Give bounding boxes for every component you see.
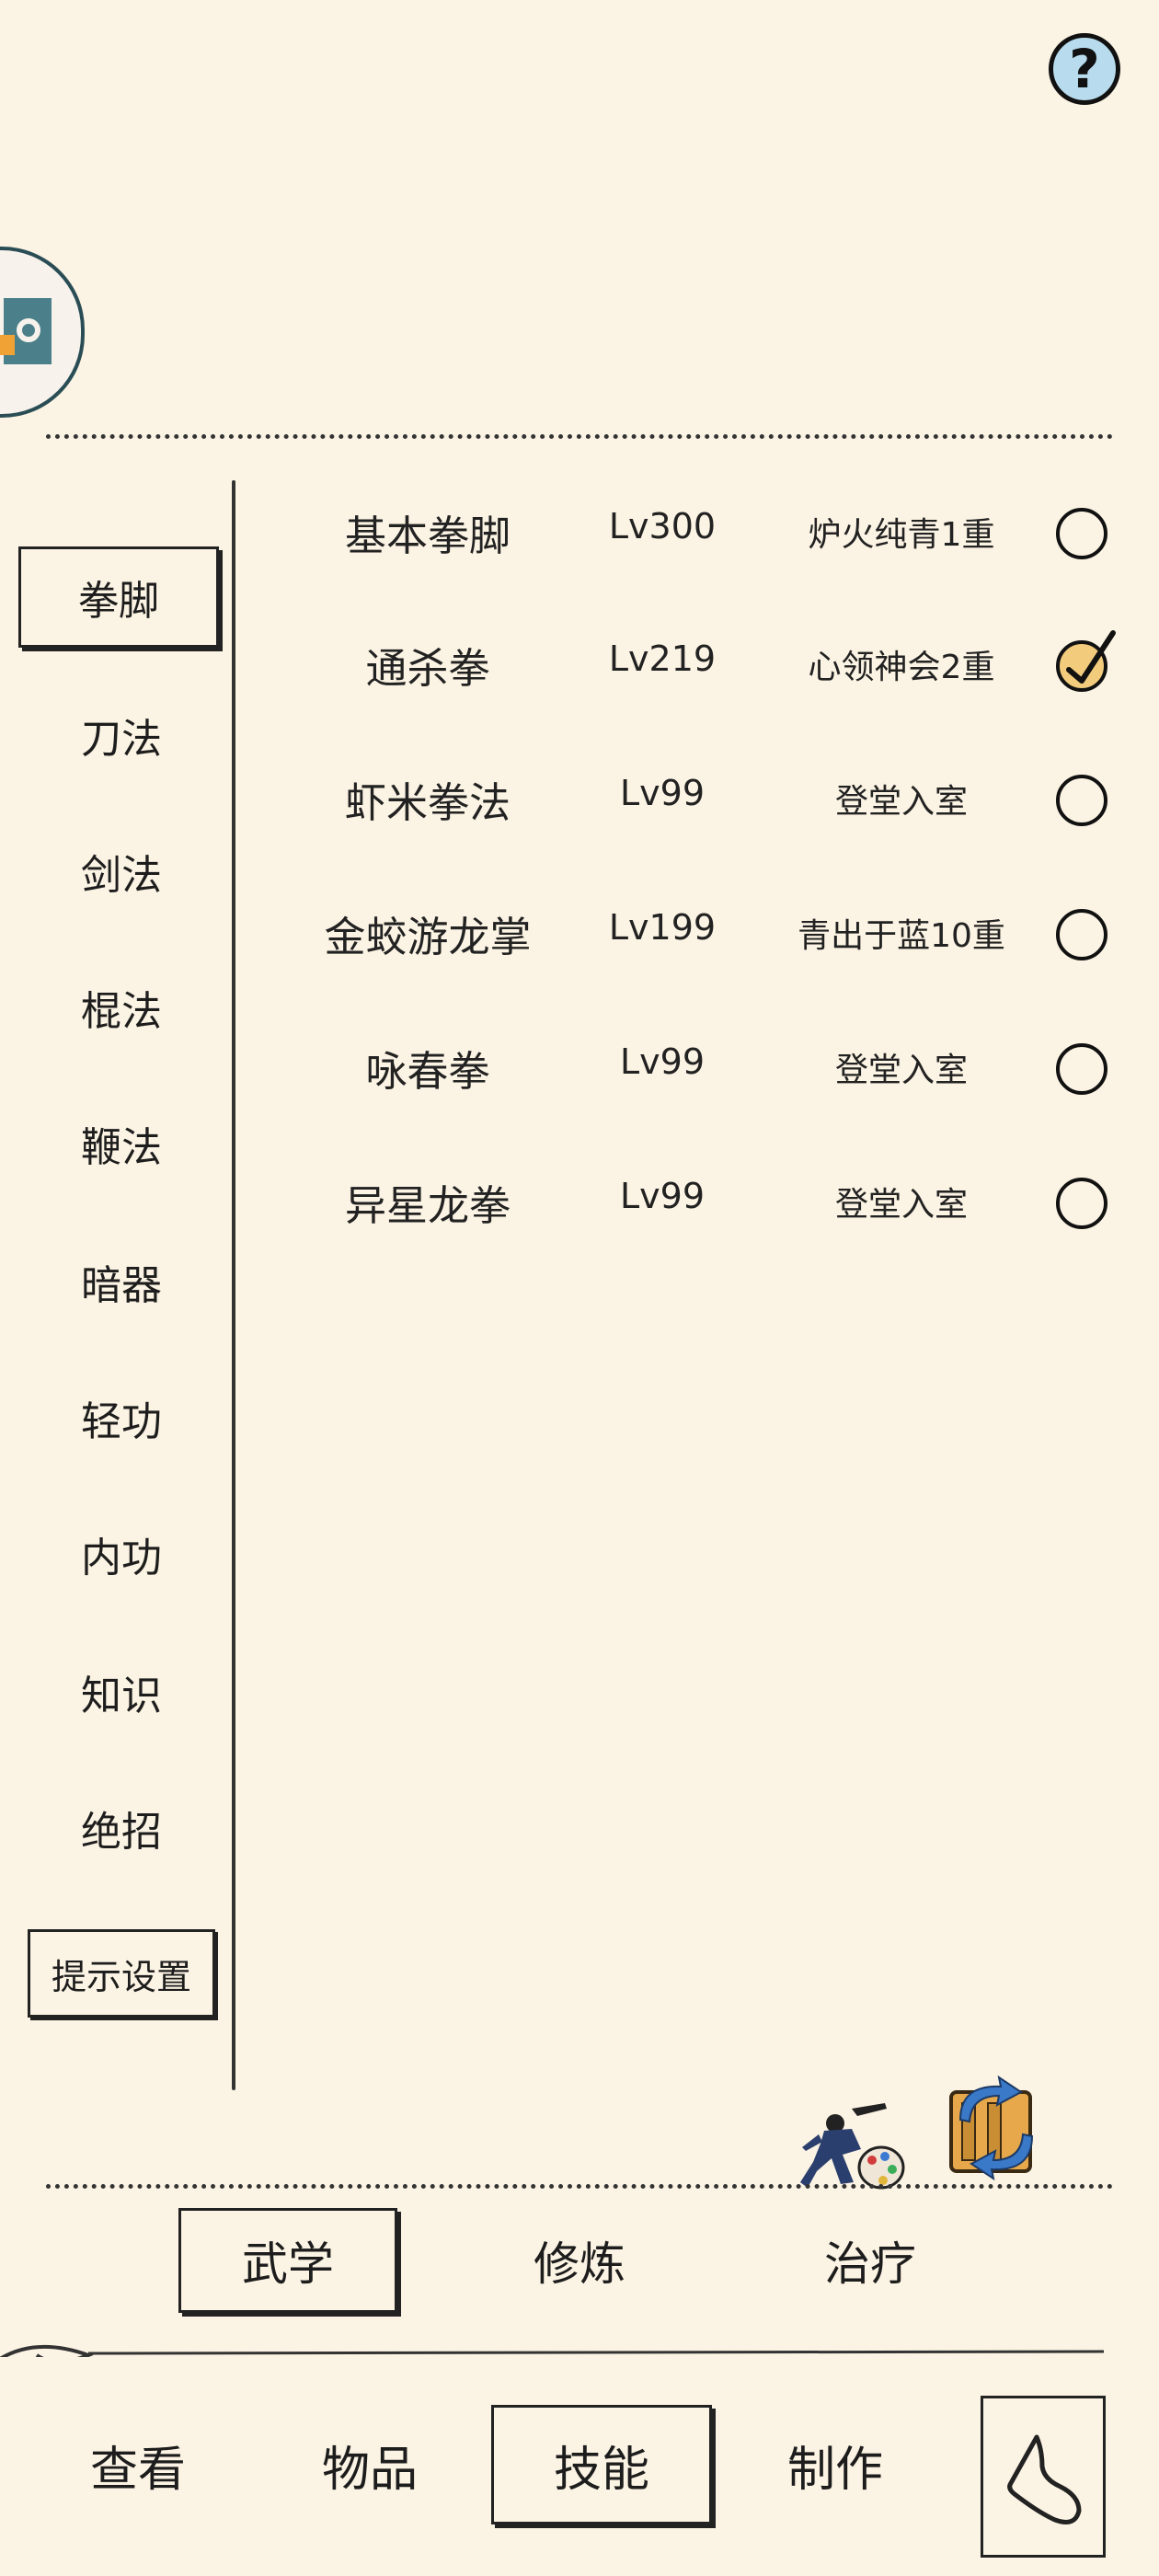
skill-row[interactable]: 虾米拳法 Lv99 登堂入室 [276,743,1122,845]
sidebar-item-gunfa[interactable]: 棍法 [29,968,213,1047]
skill-level: Lv219 [608,638,717,679]
skill-row[interactable]: 咏春拳 Lv99 登堂入室 [276,1012,1122,1113]
skill-checkbox[interactable] [1056,630,1116,692]
skill-rank: 青出于蓝10重 [798,917,1005,955]
skill-checkbox[interactable] [1056,909,1107,960]
nav-view[interactable]: 查看 [55,2405,221,2524]
divider-bottom [46,2184,1113,2189]
sidebar-item-anqi[interactable]: 暗器 [29,1242,213,1321]
sidebar-item-quanjiao[interactable]: 拳脚 [18,546,219,648]
skill-level: Lv99 [619,773,705,813]
sidebar-item-neigong[interactable]: 内功 [29,1514,213,1593]
back-arrow-icon [1007,2434,1082,2524]
sidebar-item-jianfa[interactable]: 剑法 [29,832,213,911]
skill-checkbox[interactable] [1056,1178,1107,1229]
nav-items[interactable]: 物品 [287,2405,453,2524]
tab-wuxue[interactable]: 武学 [178,2208,397,2313]
skill-row[interactable]: 通杀拳 Lv219 心领神会2重 [276,609,1122,710]
sidebar-item-juezhao[interactable]: 绝招 [29,1788,213,1868]
skill-name: 咏春拳 [365,1047,490,1096]
avatar[interactable] [0,247,85,418]
skill-level: Lv199 [608,907,717,948]
checkmark-icon [1066,630,1116,684]
skill-name: 基本拳脚 [344,512,511,560]
skill-row[interactable]: 金蛟游龙掌 Lv199 青出于蓝10重 [276,878,1122,979]
nav-craft[interactable]: 制作 [752,2405,918,2524]
skill-checkbox[interactable] [1056,1043,1107,1095]
skill-name: 金蛟游龙掌 [324,913,532,961]
skill-row[interactable]: 基本拳脚 Lv300 炉火纯青1重 [276,477,1122,578]
swap-scroll-icon[interactable] [942,2076,1050,2180]
skill-name: 通杀拳 [365,644,490,693]
skill-row[interactable]: 异星龙拳 Lv99 登堂入室 [276,1146,1122,1248]
tab-zhiliao[interactable]: 治疗 [769,2208,971,2313]
sidebar-item-daofa[interactable]: 刀法 [29,696,213,775]
divider-top [46,434,1113,439]
sidebar-item-zhishi[interactable]: 知识 [29,1652,213,1731]
skill-rank: 心领神会2重 [808,649,995,686]
martial-artist-palette-icon[interactable] [797,2103,907,2191]
skill-name: 异星龙拳 [344,1181,511,1230]
skill-level: Lv99 [619,1041,705,1082]
skill-rank: 炉火纯青1重 [808,516,995,554]
nav-skills[interactable]: 技能 [491,2405,712,2524]
hint-settings-button[interactable]: 提示设置 [28,1929,215,2018]
skill-level: Lv300 [608,506,717,546]
skill-rank: 登堂入室 [834,783,968,821]
skill-rank: 登堂入室 [834,1186,968,1224]
tab-xiulian[interactable]: 修炼 [478,2208,681,2313]
sidebar-divider [232,480,235,2090]
skill-level: Lv99 [619,1176,705,1216]
skill-checkbox[interactable] [1056,508,1107,559]
skill-checkbox[interactable] [1056,775,1107,826]
skill-name: 虾米拳法 [344,778,511,827]
skill-rank: 登堂入室 [834,1052,968,1089]
help-button[interactable]: ? [1049,33,1120,105]
sidebar-item-qinggong[interactable]: 轻功 [29,1378,213,1457]
back-button[interactable] [981,2396,1106,2558]
sidebar-item-bianfa[interactable]: 鞭法 [29,1104,213,1183]
question-mark-icon: ? [1069,38,1100,100]
